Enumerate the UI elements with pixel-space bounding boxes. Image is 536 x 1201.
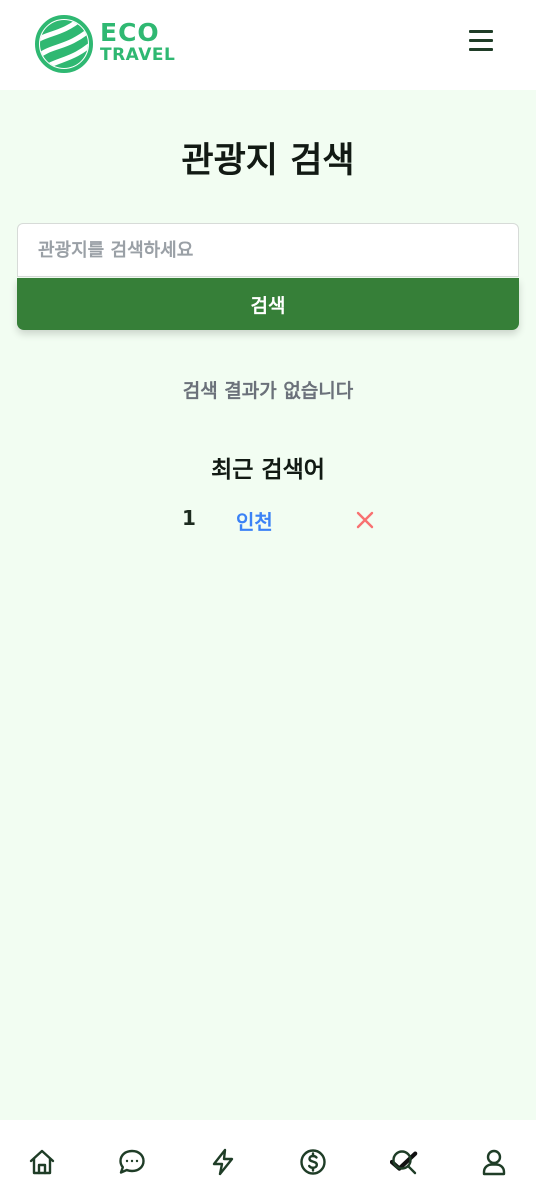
search-icon [392, 1150, 417, 1175]
nav-payment[interactable] [283, 1120, 343, 1201]
chat-icon [119, 1149, 145, 1174]
search-button[interactable]: 검색 [17, 278, 519, 330]
nav-activity[interactable] [193, 1120, 253, 1201]
home-icon [29, 1149, 55, 1175]
lightning-icon [212, 1148, 234, 1176]
nav-chat[interactable] [102, 1120, 162, 1201]
eco-travel-logo[interactable]: ECO TRAVEL [34, 14, 175, 74]
recent-search-term[interactable]: 인천 [236, 506, 273, 535]
page-title: 관광지 검색 [181, 141, 355, 181]
recent-searches-title: 최근 검색어 [211, 457, 325, 483]
app-header: ECO TRAVEL [0, 0, 536, 90]
nav-home[interactable] [12, 1120, 72, 1201]
recent-search-rank: 1 [182, 506, 196, 530]
recent-search-item: 1 인천 [0, 506, 536, 536]
close-icon[interactable] [353, 508, 377, 532]
user-icon [482, 1149, 506, 1176]
logo-wordmark: ECO TRAVEL [100, 20, 175, 64]
logo-line-eco: ECO [100, 18, 160, 47]
bottom-navigation [0, 1120, 536, 1201]
dollar-icon [300, 1149, 326, 1175]
nav-profile[interactable] [464, 1120, 524, 1201]
globe-logo-icon [35, 15, 93, 73]
logo-line-travel: TRAVEL [100, 45, 176, 65]
nav-search[interactable] [374, 1120, 434, 1201]
search-input[interactable] [17, 223, 519, 277]
no-results-message: 검색 결과가 없습니다 [182, 380, 354, 402]
hamburger-menu-icon[interactable] [468, 30, 496, 56]
